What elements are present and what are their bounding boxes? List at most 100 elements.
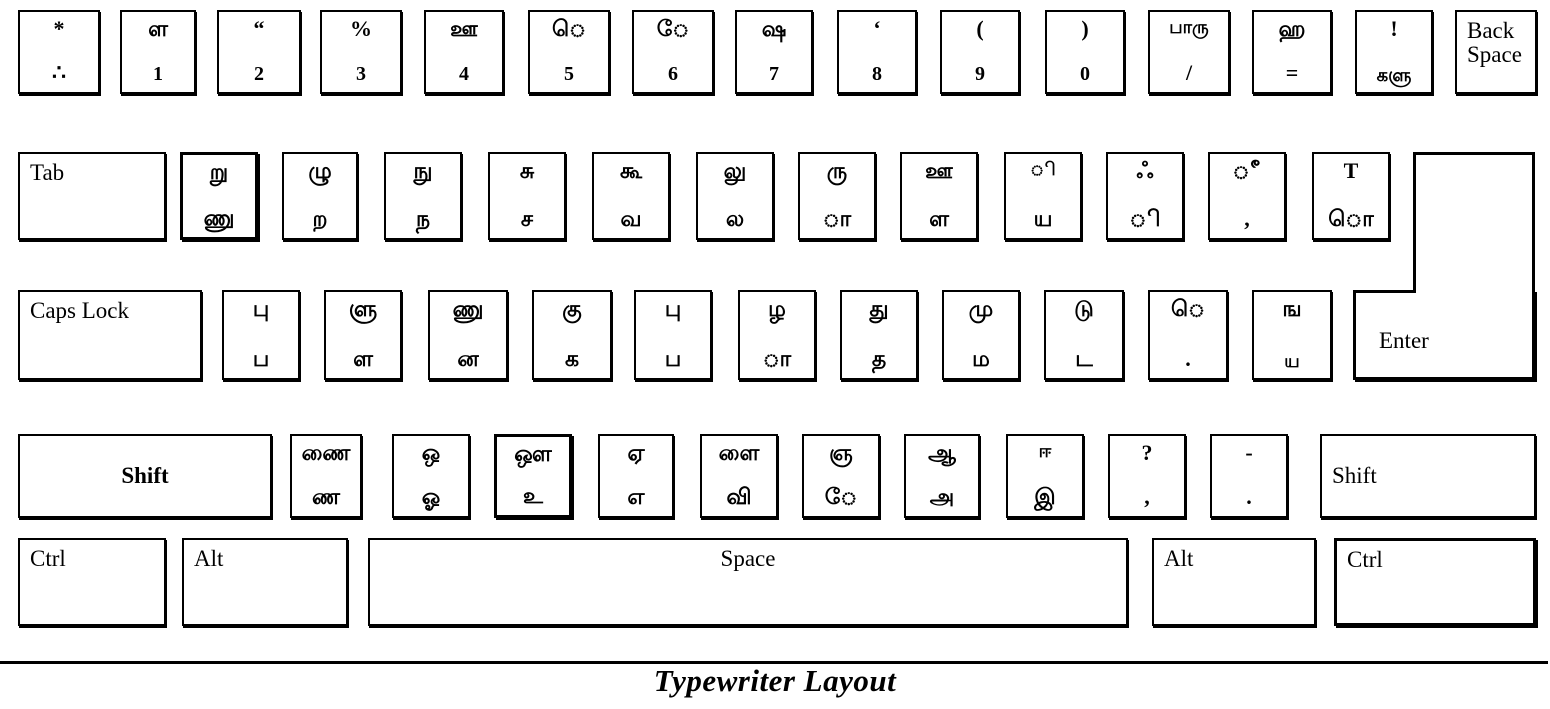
key-5-shift-legend: ெ (552, 16, 586, 41)
key-8[interactable]: ‘8 (837, 10, 917, 94)
key-comma-shift-legend: ஈ (1038, 441, 1052, 461)
key-exclaim[interactable]: ! களு (1355, 10, 1433, 94)
key-capslock[interactable]: Caps Lock (18, 290, 202, 380)
key-y-base-legend: ல (725, 206, 745, 231)
key-h[interactable]: ழா (738, 290, 816, 380)
key-m[interactable]: ஆஅ (904, 434, 980, 518)
key-shift-left[interactable]: Shift (18, 434, 272, 518)
key-6[interactable]: ே 6 (632, 10, 714, 94)
key-7[interactable]: ஷ7 (735, 10, 813, 94)
key-backquote-base-legend: ∴ (52, 60, 66, 85)
key-2[interactable]: “2 (217, 10, 301, 94)
key-slash[interactable]: பாரு / (1148, 10, 1230, 94)
key-5[interactable]: ெ 5 (528, 10, 610, 94)
tamil-typewriter-keyboard: * ∴ ள 1 “2% 3 ஊ 4ெ 5ே 6 ஷ 7 ‘8(9) 0 பாரு / ஹ =! களு Back Sp… (0, 0, 1550, 709)
key-p[interactable]: ஃி (1106, 152, 1184, 240)
key-d-shift-legend: ணு (452, 296, 484, 321)
key-q-shift-legend: று (209, 159, 229, 184)
key-t[interactable]: கூ வ (592, 152, 670, 240)
key-3[interactable]: % 3 (320, 10, 402, 94)
key-backquote[interactable]: * ∴ (18, 10, 100, 94)
key-1-base-legend: 1 (153, 63, 163, 85)
key-q[interactable]: று ணு (180, 152, 258, 240)
key-3-shift-legend: % (350, 16, 372, 41)
key-s[interactable]: ளு ள (324, 290, 402, 380)
key-alt-right[interactable]: Alt (1152, 538, 1316, 626)
key-a-shift-legend: பு (252, 296, 270, 321)
key-h-base-legend: ா (762, 346, 792, 371)
key-w-base-legend: ற (312, 206, 328, 231)
key-x[interactable]: ஒஓ (392, 434, 470, 518)
key-o-base-legend: ய (1033, 206, 1053, 231)
key-equal[interactable]: ஹ = (1252, 10, 1332, 94)
key-u[interactable]: ருா (798, 152, 876, 240)
key-y[interactable]: லு ல (696, 152, 774, 240)
key-k[interactable]: மு ம (942, 290, 1020, 380)
key-d[interactable]: ணு ன (428, 290, 508, 380)
key-j-shift-legend: து (869, 296, 889, 321)
key-space[interactable]: Space (368, 538, 1128, 626)
key-b[interactable]: ளை வி (700, 434, 778, 518)
key-shift-right-label: Shift (1332, 462, 1377, 488)
key-semicolon[interactable]: ெ. (1148, 290, 1228, 380)
key-g-shift-legend: பு (664, 296, 682, 321)
key-lbracket[interactable]: ீ, (1208, 152, 1286, 240)
key-2-shift-legend: “ (253, 16, 265, 41)
key-dash[interactable]: -. (1210, 434, 1288, 518)
key-4[interactable]: ஊ4 (424, 10, 504, 94)
key-v-base-legend: எ (627, 484, 645, 509)
key-q-base-legend: ணு (203, 205, 235, 230)
key-f[interactable]: கு க (532, 290, 612, 380)
key-r[interactable]: சு ச (488, 152, 566, 240)
key-8-shift-legend: ‘ (873, 16, 881, 41)
key-9[interactable]: (9 (940, 10, 1020, 94)
key-v[interactable]: ஏஎ (598, 434, 674, 518)
key-w[interactable]: ழு ற (282, 152, 358, 240)
key-backquote-shift-legend: * (53, 16, 65, 41)
key-c[interactable]: ஔஉ (494, 434, 572, 518)
key-z[interactable]: ணை ண (290, 434, 362, 518)
key-2-base-legend: 2 (254, 63, 264, 85)
key-o[interactable]: ி ய (1004, 152, 1082, 240)
key-period[interactable]: ?, (1108, 434, 1186, 518)
key-b-base-legend: வி (726, 484, 752, 509)
key-tab[interactable]: Tab (18, 152, 166, 240)
key-alt-left[interactable]: Alt (182, 538, 348, 626)
key-c-base-legend: உ (523, 483, 543, 508)
key-comma[interactable]: ஈஇ (1006, 434, 1084, 518)
key-x-base-legend: ஓ (421, 484, 441, 509)
key-backspace[interactable]: Back Space (1455, 10, 1537, 94)
key-g-base-legend: ப (664, 346, 682, 371)
key-6-base-legend: 6 (668, 63, 678, 85)
key-j[interactable]: து த (840, 290, 918, 380)
key-alt-right-label: Alt (1164, 546, 1194, 571)
key-j-base-legend: த (871, 346, 887, 371)
key-4-shift-legend: ஊ (450, 16, 478, 41)
key-ctrl-right[interactable]: Ctrl (1334, 538, 1536, 626)
key-dash-shift-legend: - (1245, 440, 1253, 465)
key-m-base-legend: அ (929, 484, 955, 509)
key-o-shift-legend: ி (1030, 159, 1056, 179)
key-l-shift-legend: டு (1074, 296, 1094, 321)
key-0[interactable]: ) 0 (1045, 10, 1125, 94)
key-alt-left-label: Alt (194, 546, 224, 571)
key-quote[interactable]: ஙய (1252, 290, 1332, 380)
key-n[interactable]: ஞே (802, 434, 880, 518)
key-enter[interactable]: Enter (1353, 152, 1535, 380)
key-i[interactable]: ஊள (900, 152, 978, 240)
key-shift-right[interactable]: Shift (1320, 434, 1536, 518)
key-dash-base-legend: . (1246, 484, 1252, 509)
key-a[interactable]: பு ப (222, 290, 300, 380)
key-p-base-legend: ி (1129, 206, 1161, 231)
key-semicolon-shift-legend: ெ (1171, 296, 1205, 321)
key-ctrl-left[interactable]: Ctrl (18, 538, 166, 626)
key-g[interactable]: பு ப (634, 290, 712, 380)
key-f-base-legend: க (564, 346, 580, 371)
key-ctrl-right-label: Ctrl (1347, 547, 1383, 572)
key-e-shift-legend: நு (413, 158, 433, 183)
key-e[interactable]: நு ந (384, 152, 462, 240)
key-u-shift-legend: ரு (826, 158, 848, 183)
key-l[interactable]: டு ட (1044, 290, 1124, 380)
key-quote-base-legend: ய (1284, 351, 1300, 371)
key-1[interactable]: ள1 (120, 10, 196, 94)
